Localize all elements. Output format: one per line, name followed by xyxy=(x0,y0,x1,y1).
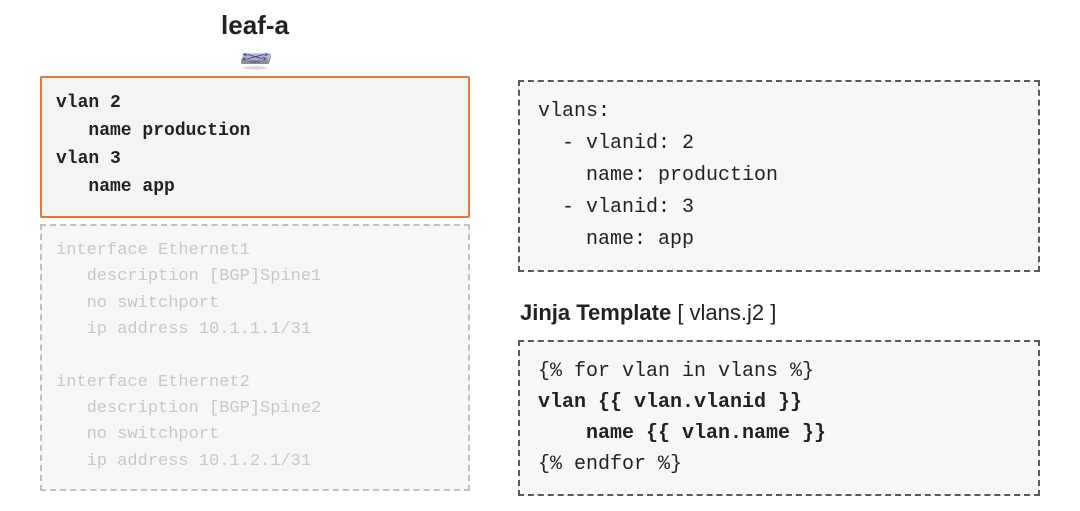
jinja-name-line: name {{ vlan.name }} xyxy=(538,422,826,445)
left-column: leaf-a ARISTA vla xyxy=(40,10,470,491)
jinja-for-open: {% for vlan in vlans %} xyxy=(538,360,814,383)
device-brand-text: ARISTA xyxy=(250,61,261,64)
jinja-template-title: Jinja Template [ vlans.j2 ] xyxy=(520,300,1040,326)
jinja-title-bold: Jinja Template xyxy=(520,300,671,325)
device-title: leaf-a xyxy=(221,10,289,41)
arista-switch-icon: ARISTA xyxy=(170,47,340,70)
vlan-config-highlight-box: vlan 2 name production vlan 3 name app xyxy=(40,76,470,218)
jinja-title-filename: [ vlans.j2 ] xyxy=(671,300,776,325)
jinja-vlan-line: vlan {{ vlan.vlanid }} xyxy=(538,391,802,414)
diagram-root: leaf-a ARISTA vla xyxy=(0,0,1080,511)
right-column: vlans: - vlanid: 2 name: production - vl… xyxy=(518,10,1040,491)
jinja-for-close: {% endfor %} xyxy=(538,453,682,476)
interface-config-faded-box: interface Ethernet1 description [BGP]Spi… xyxy=(40,224,470,491)
yaml-vars-box: vlans: - vlanid: 2 name: production - vl… xyxy=(518,80,1040,272)
jinja-template-box: {% for vlan in vlans %} vlan {{ vlan.vla… xyxy=(518,340,1040,496)
